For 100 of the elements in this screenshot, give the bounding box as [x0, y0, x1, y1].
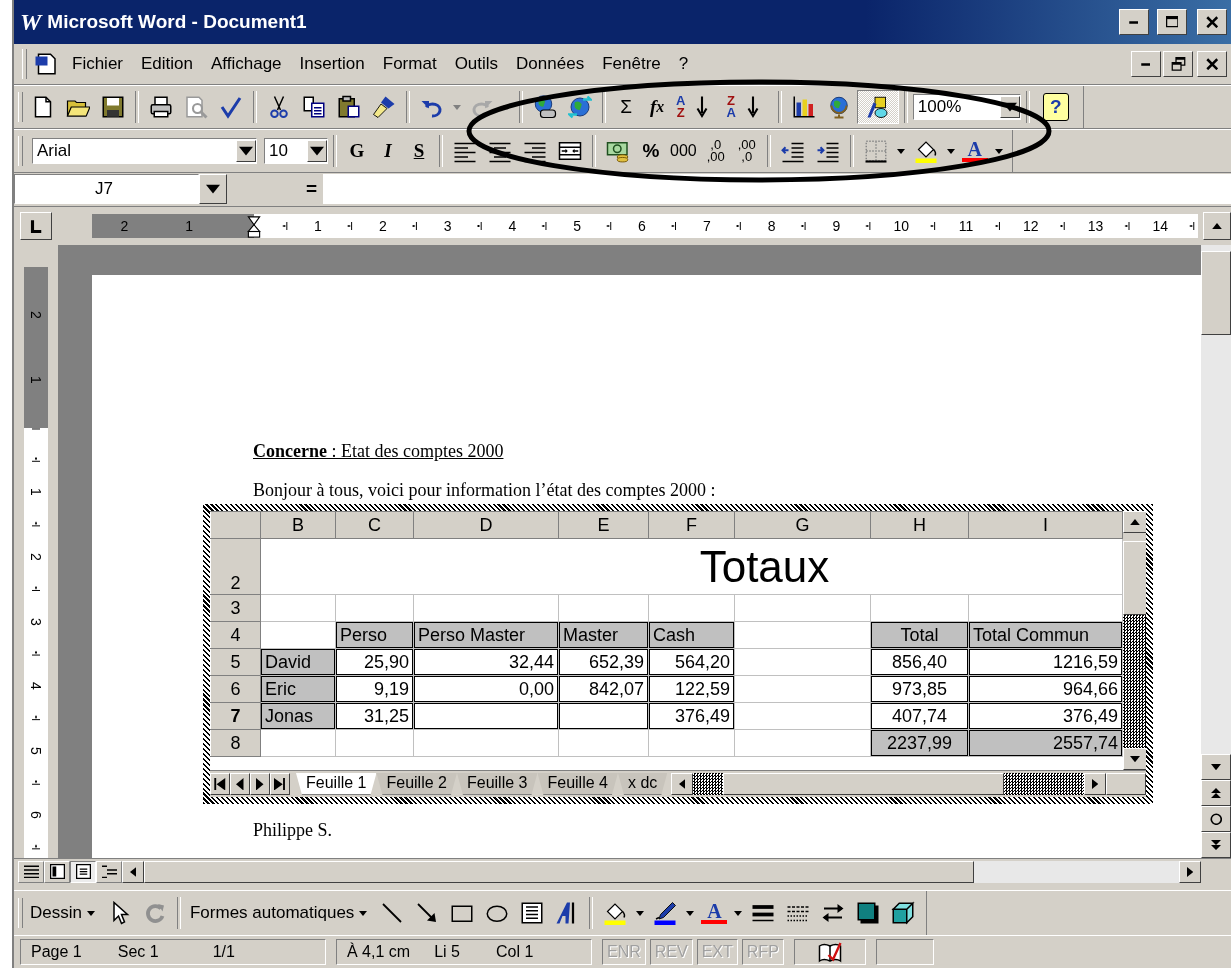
menu-item[interactable]: Fenêtre: [593, 50, 670, 78]
book-check-icon[interactable]: [817, 940, 842, 964]
menu-item[interactable]: Données: [507, 50, 594, 78]
row-header[interactable]: 3: [210, 594, 261, 622]
scroll-up-button[interactable]: [1203, 212, 1231, 240]
size-grip[interactable]: [1106, 773, 1146, 796]
page-layout-button[interactable]: [70, 860, 96, 883]
normal-view-button[interactable]: [18, 860, 44, 883]
browse-object-button[interactable]: [1201, 806, 1231, 832]
column-header[interactable]: I: [968, 511, 1123, 539]
italic-button[interactable]: I: [373, 134, 403, 168]
scissors-icon[interactable]: [267, 95, 291, 119]
last-sheet-button[interactable]: [270, 773, 290, 796]
close-button[interactable]: [1197, 9, 1227, 35]
sheet-tab[interactable]: Feuille 1: [296, 773, 377, 796]
paintbrush-icon[interactable]: [372, 95, 396, 119]
row-header[interactable]: 6: [210, 675, 261, 703]
select-all-corner[interactable]: [210, 511, 261, 539]
banknote-icon[interactable]: [606, 139, 630, 163]
web-layout-button[interactable]: [44, 860, 70, 883]
sheet-tab[interactable]: Feuille 2: [376, 773, 457, 796]
row-header[interactable]: 5: [210, 648, 261, 676]
borders-icon[interactable]: [863, 139, 888, 163]
maximize-button[interactable]: [1157, 9, 1187, 35]
name-box[interactable]: J7: [14, 174, 199, 204]
caret-icon[interactable]: [993, 147, 1004, 155]
first-sheet-button[interactable]: [210, 773, 230, 796]
sort-ascending-button[interactable]: A Z: [673, 90, 723, 124]
caret-icon[interactable]: [895, 147, 906, 155]
row-header[interactable]: 8: [210, 729, 261, 757]
globe-arrows-icon[interactable]: [568, 95, 592, 119]
help-button[interactable]: ?: [1042, 93, 1069, 121]
scroll-right-button[interactable]: [1179, 860, 1201, 883]
menu-item[interactable]: Affichage: [202, 50, 291, 78]
menu-item[interactable]: Format: [373, 50, 446, 78]
thousands-button[interactable]: 000: [667, 134, 700, 168]
column-header[interactable]: E: [558, 511, 649, 539]
font-color-button[interactable]: A: [958, 134, 991, 168]
previous-sheet-button[interactable]: [230, 773, 250, 796]
scroll-thumb[interactable]: [1201, 251, 1231, 335]
fill-bucket-icon[interactable]: [603, 901, 628, 925]
column-header[interactable]: D: [413, 511, 559, 539]
caret-icon[interactable]: [945, 147, 956, 155]
column-header[interactable]: H: [870, 511, 969, 539]
column-header[interactable]: B: [260, 511, 336, 539]
scroll-thumb[interactable]: [1123, 541, 1146, 615]
menu-item[interactable]: Fichier: [63, 50, 132, 78]
caret-icon[interactable]: [733, 909, 744, 917]
merge-center-icon[interactable]: [558, 139, 582, 163]
menu-item[interactable]: Insertion: [290, 50, 374, 78]
font-field[interactable]: Arial: [32, 138, 257, 164]
sort-descending-button[interactable]: Z A: [723, 90, 773, 124]
scroll-up-button[interactable]: [1123, 511, 1146, 533]
print-preview-icon[interactable]: [184, 95, 208, 119]
font-size-field[interactable]: 10: [264, 138, 328, 164]
scroll-left-button[interactable]: [122, 860, 144, 883]
shadow-icon[interactable]: [856, 901, 881, 925]
name-box-dropdown[interactable]: [199, 174, 227, 204]
print-icon[interactable]: [149, 95, 173, 119]
restore-button[interactable]: [1163, 51, 1193, 77]
sheet-tab[interactable]: Feuille 4: [537, 773, 618, 796]
pen-icon[interactable]: [653, 901, 678, 925]
autosum-button[interactable]: Σ: [611, 90, 641, 124]
save-icon[interactable]: [101, 95, 125, 119]
draw-menu-button[interactable]: Dessin: [26, 903, 102, 923]
clipboard-icon[interactable]: [337, 95, 361, 119]
column-header[interactable]: G: [734, 511, 871, 539]
sheet-tab[interactable]: Feuille 3: [456, 773, 538, 796]
copy-icon[interactable]: [302, 95, 326, 119]
embedded-sheet-frame[interactable]: [203, 504, 1153, 804]
drawing-toggle-button[interactable]: [856, 90, 899, 124]
row-header[interactable]: 4: [210, 621, 261, 649]
row-header[interactable]: 7: [210, 702, 261, 730]
row-header[interactable]: 2: [210, 538, 261, 595]
spelling-check-icon[interactable]: [219, 95, 243, 119]
text-box-icon[interactable]: [520, 901, 545, 925]
scroll-thumb[interactable]: [144, 860, 974, 883]
font-color-button[interactable]: A: [698, 896, 731, 930]
autoshapes-menu-button[interactable]: Formes automatiques: [185, 903, 375, 923]
scroll-left-button[interactable]: [671, 773, 694, 796]
close-button[interactable]: [1197, 51, 1227, 77]
minimize-button[interactable]: [1131, 51, 1161, 77]
previous-page-button[interactable]: [1201, 780, 1231, 806]
bar-chart-icon[interactable]: [791, 95, 816, 119]
next-sheet-button[interactable]: [250, 773, 270, 796]
menu-item[interactable]: Edition: [132, 50, 202, 78]
caret-icon[interactable]: [635, 909, 646, 917]
scroll-down-button[interactable]: [1201, 754, 1231, 780]
globe-network-icon[interactable]: [533, 95, 557, 119]
menu-item[interactable]: ?: [669, 50, 698, 78]
remove-decimal-button[interactable]: ,00 ,0: [731, 134, 762, 168]
scroll-down-button[interactable]: [1123, 748, 1146, 771]
sheet-tab[interactable]: x dc: [617, 773, 668, 796]
scroll-thumb[interactable]: [723, 773, 1004, 796]
indent-marker-icon[interactable]: [244, 214, 263, 238]
column-header[interactable]: F: [648, 511, 735, 539]
bold-button[interactable]: G: [342, 134, 372, 168]
fill-bucket-icon[interactable]: [913, 139, 938, 163]
3d-box-icon[interactable]: [891, 901, 916, 925]
add-decimal-button[interactable]: ,0 ,00: [700, 134, 731, 168]
